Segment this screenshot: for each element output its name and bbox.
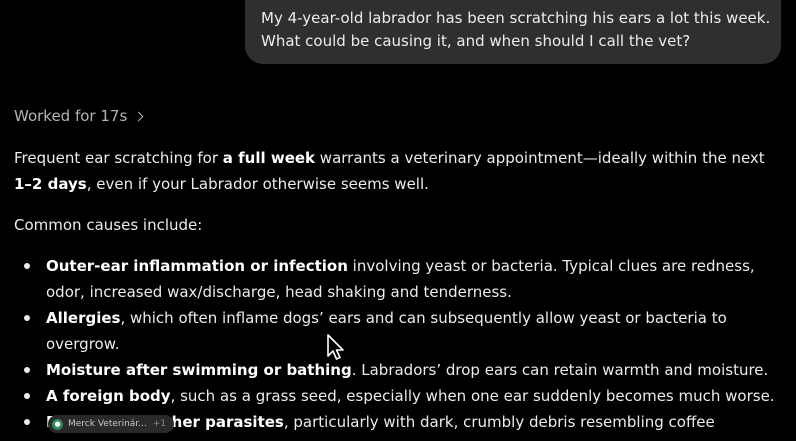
intro-bold-1: a full week [222, 149, 316, 167]
source-label: Merck Veterinár... [68, 419, 147, 429]
cause-text: , which often inflame dogs’ ears and can… [46, 309, 727, 353]
answer-intro: Frequent ear scratching for a full week … [14, 145, 784, 197]
cause-title: Moisture after swimming or bathing [46, 361, 352, 379]
globe-icon: ● [52, 418, 63, 430]
intro-text-2: warrants a veterinary appointment—ideall… [315, 149, 765, 167]
intro-bold-2: 1–2 days [14, 175, 87, 193]
user-message-line-1: My 4-year-old labrador has been scratchi… [261, 9, 771, 27]
worked-for-label: Worked for 17s [14, 107, 128, 125]
list-item: Outer-ear inflammation or infection invo… [14, 253, 784, 305]
cause-text: , such as a grass seed, especially when … [170, 387, 775, 405]
worked-for-toggle[interactable]: Worked for 17s [14, 106, 144, 126]
source-citation-chip[interactable]: ● Merck Veterinár... +1 [48, 415, 175, 433]
cause-text: . Labradors’ drop ears can retain warmth… [351, 361, 769, 379]
list-item: A foreign body, such as a grass seed, es… [14, 383, 784, 409]
intro-text-1: Frequent ear scratching for [14, 149, 223, 167]
causes-list: Outer-ear inflammation or infection invo… [14, 253, 784, 441]
user-message-line-2: What could be causing it, and when shoul… [261, 32, 691, 50]
list-item: Allergies, which often inflame dogs’ ear… [14, 305, 784, 357]
mouse-cursor-icon [327, 334, 344, 360]
chevron-right-icon [133, 111, 144, 122]
list-item: Moisture after swimming or bathing. Labr… [14, 357, 784, 383]
intro-text-3: , even if your Labrador otherwise seems … [86, 175, 429, 193]
chat-page: My 4-year-old labrador has been scratchi… [0, 0, 796, 441]
cause-title: Outer-ear inflammation or infection [46, 257, 348, 275]
user-message-bubble: My 4-year-old labrador has been scratchi… [245, 0, 781, 64]
assistant-answer: Frequent ear scratching for a full week … [14, 145, 784, 441]
cause-title: Allergies [46, 309, 121, 327]
cause-title: A foreign body [46, 387, 171, 405]
causes-heading: Common causes include: [14, 216, 203, 234]
source-count: +1 [152, 419, 167, 429]
